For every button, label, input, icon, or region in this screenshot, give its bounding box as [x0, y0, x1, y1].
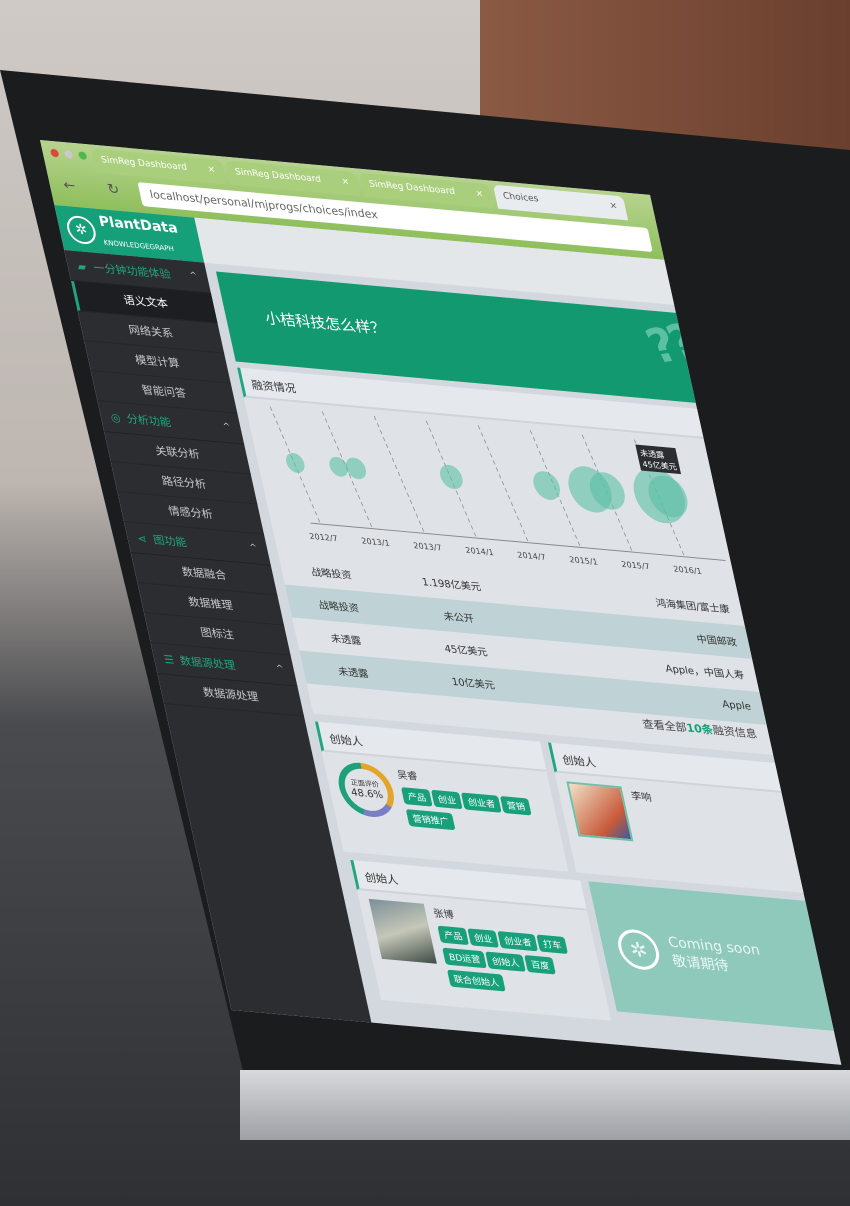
chevron-up-icon: ^ [188, 271, 199, 282]
bubble[interactable] [531, 470, 563, 501]
minimize-icon[interactable] [63, 149, 74, 159]
maximize-icon[interactable] [77, 151, 88, 160]
founder-avatar [566, 781, 634, 842]
tab-close-icon[interactable]: × [609, 201, 619, 214]
founder-card: 创始人 李响 [547, 742, 804, 893]
x-tick-label: 2013/7 [412, 540, 442, 552]
tab-close-icon[interactable]: × [207, 165, 217, 178]
tag[interactable]: 创业 [430, 789, 463, 810]
round-type: 未透露 [337, 666, 370, 681]
group-label: 分析功能 [125, 412, 173, 430]
founder-card: 创始人 张博 产品 创业 创业者 打车BD运营 创始人 百度联合创始人 [350, 859, 612, 1021]
tag[interactable]: 百度 [524, 955, 557, 975]
sentiment-donut: 正面评价 48.6% [333, 760, 400, 820]
round-type: 未透露 [329, 633, 363, 648]
amount: 45亿美元 [443, 643, 489, 659]
tab-label: SimReg Dashboard [234, 167, 323, 186]
founder-photo [368, 898, 437, 964]
bubble[interactable] [438, 464, 465, 490]
round-type: 战略投资 [310, 567, 353, 582]
group-label: 一分钟功能体验 [92, 261, 173, 282]
tab-label: SimReg Dashboard [368, 179, 457, 198]
tag[interactable]: 产品 [400, 787, 433, 807]
tab-close-icon[interactable]: × [475, 189, 485, 202]
tab-close-icon[interactable]: × [341, 177, 351, 190]
grid-line [477, 425, 529, 543]
tag[interactable]: 创业者 [497, 931, 539, 952]
logo-subtitle: KNOWLEDGEGRAPH [102, 238, 175, 254]
link-prefix: 查看全部 [641, 717, 689, 735]
spider-logo-icon: ✲ [614, 927, 664, 972]
close-icon[interactable] [49, 148, 60, 158]
founder-name[interactable]: 李响 [629, 787, 660, 841]
funding-card: 融资情况 2012/7 2013/1 2013/7 2014/1 2014/7 2015/… [237, 367, 774, 755]
spider-logo-icon: ✲ [64, 214, 99, 245]
x-tick-label: 2016/1 [672, 564, 702, 576]
tag[interactable]: 打车 [536, 934, 569, 955]
tag[interactable]: 营销 [499, 795, 532, 816]
rating-value: 48.6% [350, 787, 385, 802]
bubble[interactable] [344, 457, 368, 480]
x-tick-label: 2015/1 [568, 554, 598, 566]
x-tick-label: 2014/7 [516, 550, 546, 562]
tab-label: Choices [502, 191, 540, 205]
tag[interactable]: 营销推广 [405, 809, 456, 831]
link-count: 10条 [685, 721, 715, 737]
amount: 未公开 [442, 611, 476, 626]
tag[interactable]: 产品 [437, 925, 470, 946]
round-type: 战略投资 [317, 600, 361, 615]
bubble[interactable] [284, 452, 306, 473]
reload-icon[interactable]: ↻ [106, 181, 121, 198]
group-label: 图功能 [152, 533, 188, 550]
x-tick-label: 2015/7 [620, 559, 650, 571]
x-tick-label: 2014/1 [464, 545, 494, 557]
tag[interactable]: 联合创始人 [446, 969, 506, 992]
amount: 1.198亿美元 [421, 577, 483, 594]
founder-card: 创始人 正面评价 48.6% 吴睿 产品 创业 创业者 营销营销推广 [314, 721, 569, 872]
chevron-up-icon: ^ [275, 664, 286, 675]
amount: 10亿美元 [450, 676, 496, 692]
logo-name: PlantData [97, 213, 180, 237]
tab-label: SimReg Dashboard [100, 155, 189, 173]
tag-list: 产品 创业 创业者 打车 BD运营 创始人 百度联合创始人 [436, 923, 598, 1002]
group-label: 数据源处理 [178, 654, 237, 673]
grid-line [373, 416, 425, 534]
chevron-up-icon: ^ [248, 543, 259, 554]
question-text: 小桔科技怎么样？ [263, 309, 388, 338]
tag[interactable]: 创业 [467, 928, 500, 948]
back-icon[interactable]: ← [62, 177, 77, 194]
x-tick-label: 2012/7 [308, 531, 338, 543]
window-controls [49, 148, 88, 160]
link-suffix: 融资信息 [711, 723, 759, 741]
coming-soon-panel: ✲ Coming soon 敬请期待 [588, 881, 834, 1031]
tag[interactable]: 创业者 [460, 792, 502, 813]
laptop-base [240, 1070, 850, 1140]
tag[interactable]: 创始人 [485, 951, 527, 972]
x-tick-label: 2013/1 [360, 536, 390, 548]
chevron-up-icon: ^ [222, 422, 232, 433]
tag[interactable]: BD运营 [442, 947, 487, 969]
